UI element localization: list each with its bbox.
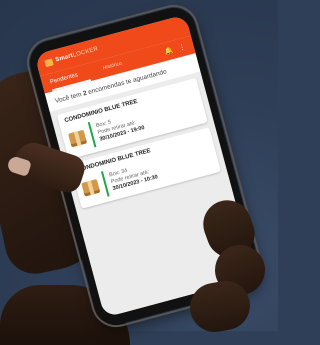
package-icon	[81, 178, 101, 197]
brand-part-2: LOCKER	[72, 46, 99, 59]
brand-part-1: Smart	[54, 52, 74, 64]
locker-logo-icon	[44, 57, 54, 67]
toolbar-icons: 🔔 ⋮	[163, 43, 187, 56]
more-vert-icon[interactable]: ⋮	[178, 43, 187, 53]
package-icon	[68, 129, 88, 148]
message-prefix: Você tem	[54, 90, 85, 105]
tab-historico[interactable]: Histórico	[102, 61, 122, 72]
bell-icon[interactable]: 🔔	[163, 46, 174, 56]
app-brand: SmartLOCKER	[55, 46, 99, 63]
